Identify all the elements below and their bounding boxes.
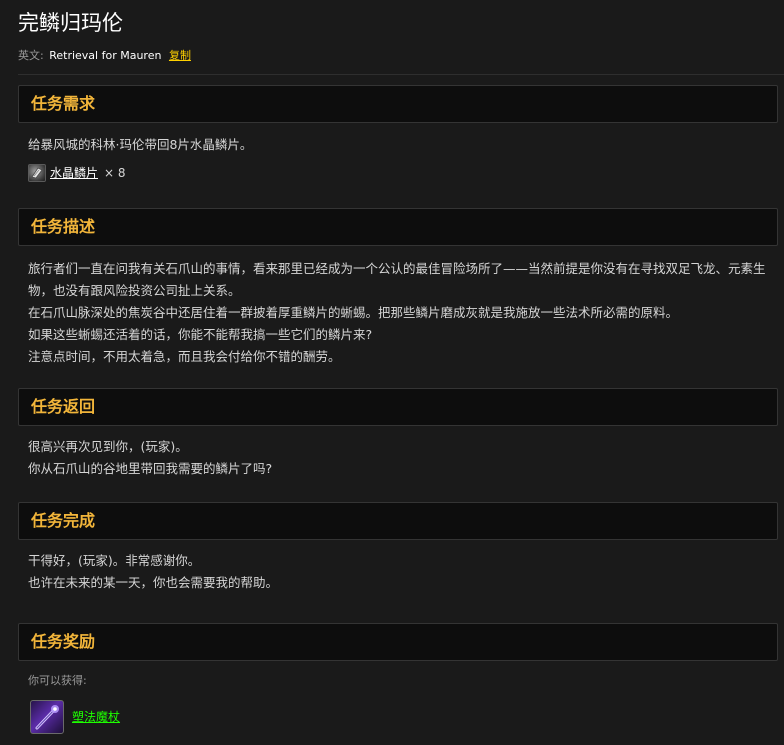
english-name: Retrieval for Mauren bbox=[49, 49, 162, 62]
completion-header: 任务完成 bbox=[18, 502, 778, 540]
page-title: 完鳞归玛伦 bbox=[18, 11, 123, 35]
copy-button[interactable]: 复制 bbox=[169, 49, 191, 62]
completion-paragraph: 干得好，(玩家)。非常感谢你。 bbox=[28, 553, 201, 568]
description-heading: 任务描述 bbox=[31, 217, 96, 236]
progress-paragraph: 你从石爪山的谷地里带回我需要的鳞片了吗? bbox=[28, 461, 273, 476]
completion-heading: 任务完成 bbox=[31, 511, 96, 530]
completion-text: 干得好，(玩家)。非常感谢你。 也许在未来的某一天，你也会需要我的帮助。 bbox=[28, 550, 773, 594]
required-item-quantity: × 8 bbox=[104, 166, 126, 180]
description-paragraph: 如果这些蜥蜴还活着的话，你能不能帮我搞一些它们的鳞片来? bbox=[28, 327, 373, 342]
description-text: 旅行者们一直在问我有关石爪山的事情，看来那里已经成为一个公认的最佳冒险场所了——… bbox=[28, 258, 773, 368]
rewards-label: 你可以获得: bbox=[28, 674, 87, 687]
requirements-text: 给暴风城的科林·玛伦带回8片水晶鳞片。 bbox=[28, 134, 773, 156]
reward-item-link[interactable]: 塑法魔杖 bbox=[72, 706, 120, 728]
description-paragraph: 在石爪山脉深处的焦炭谷中还居住着一群披着厚重鳞片的蜥蜴。把那些鳞片磨成灰就是我施… bbox=[28, 305, 679, 320]
rewards-header: 任务奖励 bbox=[18, 623, 778, 661]
quest-page: 完鳞归玛伦 英文: Retrieval for Mauren 复制 任务需求 给… bbox=[0, 0, 784, 745]
requirements-heading: 任务需求 bbox=[31, 94, 96, 113]
requirements-objective: 给暴风城的科林·玛伦带回8片水晶鳞片。 bbox=[28, 137, 253, 152]
rewards-heading: 任务奖励 bbox=[31, 632, 96, 651]
progress-text: 很高兴再次见到你，(玩家)。 你从石爪山的谷地里带回我需要的鳞片了吗? bbox=[28, 436, 773, 480]
required-item: 水晶鳞片 × 8 bbox=[28, 162, 126, 184]
english-label: 英文: bbox=[18, 49, 44, 62]
completion-paragraph: 也许在未来的某一天，你也会需要我的帮助。 bbox=[28, 575, 279, 590]
description-paragraph: 注意点时间，不用太着急，而且我会付给你不错的酬劳。 bbox=[28, 349, 341, 364]
progress-header: 任务返回 bbox=[18, 388, 778, 426]
progress-heading: 任务返回 bbox=[31, 397, 96, 416]
spellbound-wand-icon[interactable] bbox=[30, 700, 64, 734]
crystal-scale-icon[interactable] bbox=[28, 164, 46, 182]
reward-item: 塑法魔杖 bbox=[30, 699, 120, 735]
english-name-line: 英文: Retrieval for Mauren 复制 bbox=[18, 47, 191, 65]
required-item-link[interactable]: 水晶鳞片 bbox=[50, 162, 98, 184]
description-paragraph: 旅行者们一直在问我有关石爪山的事情，看来那里已经成为一个公认的最佳冒险场所了——… bbox=[28, 261, 766, 298]
progress-paragraph: 很高兴再次见到你，(玩家)。 bbox=[28, 439, 188, 454]
description-header: 任务描述 bbox=[18, 208, 778, 246]
requirements-header: 任务需求 bbox=[18, 85, 778, 123]
title-divider bbox=[18, 74, 784, 75]
